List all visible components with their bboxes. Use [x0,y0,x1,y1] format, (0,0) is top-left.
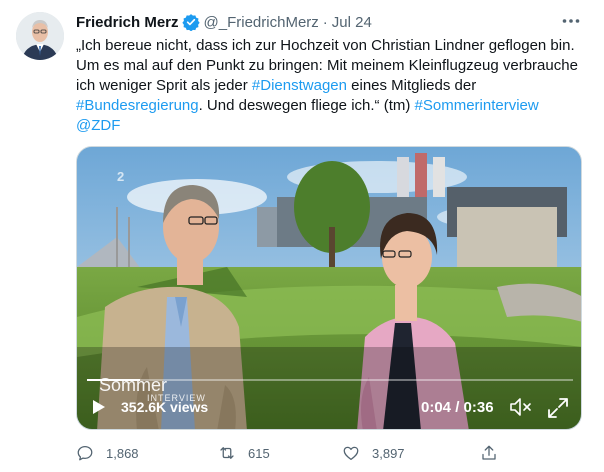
author-name[interactable]: Friedrich Merz [76,14,179,31]
tweet-text-segment: . Und deswegen fliege ich.“ (tm) [198,97,415,114]
like-button[interactable]: 3,897 [342,442,405,464]
video-progress-bar[interactable] [87,379,573,381]
tweet-text-segment: ich weniger Sprit als jeder [76,77,252,94]
channel-watermark: 2 [117,169,125,184]
tweet-text-line: „Ich bereue nicht, dass ich zur Hochzeit… [76,36,588,56]
tweet-text-segment: Um es mal auf den Punkt zu bringen: Mit … [76,57,578,74]
tweet-text-segment: „Ich bereue nicht, dass ich zur Hochzeit… [76,37,575,54]
fullscreen-button[interactable] [547,397,569,419]
verified-badge-icon [181,14,200,31]
avatar-image [16,12,64,60]
tweet[interactable]: Friedrich Merz @_FriedrichMerz · Jul 24 … [0,0,604,472]
tweet-text-line: Um es mal auf den Punkt zu bringen: Mit … [76,56,588,76]
tweet-date[interactable]: Jul 24 [332,14,372,31]
hashtag-link[interactable]: #Dienstwagen [252,77,347,94]
tweet-text-segment: eines Mitglieds der [346,77,477,94]
reply-icon [77,445,93,461]
like-count: 3,897 [372,445,405,461]
hashtag-link[interactable]: #Bundesregierung [76,97,199,114]
share-button[interactable] [480,442,498,464]
fullscreen-icon [548,398,568,418]
tweet-text: „Ich bereue nicht, dass ich zur Hochzeit… [76,36,588,136]
play-icon [93,400,105,414]
tweet-text-line: #Bundesregierung. Und deswegen fliege ic… [76,96,588,116]
video-player[interactable]: 2 Sommer INTERVIEW 352.6K views 0:04 / 0… [76,146,582,430]
share-icon [482,445,496,460]
author-handle[interactable]: @_FriedrichMerz [204,14,319,31]
separator-dot: · [322,13,328,31]
mute-button[interactable] [509,397,533,417]
mute-icon [510,398,531,416]
like-icon [343,446,359,461]
reply-button[interactable]: 1,868 [76,442,139,464]
hashtag-link[interactable]: #Sommerinterview [415,97,539,114]
retweet-icon [220,447,234,459]
video-progress-fill [87,379,141,381]
tweet-text-line: ich weniger Sprit als jeder #Dienstwagen… [76,76,588,96]
tweet-header: Friedrich Merz @_FriedrichMerz · Jul 24 [76,12,372,32]
retweet-count: 615 [248,445,270,461]
play-button[interactable] [89,397,109,417]
reply-count: 1,868 [106,445,139,461]
more-options-button[interactable] [560,10,582,32]
mention-link[interactable]: @ZDF [76,117,120,134]
view-count: 352.6K views [121,399,209,415]
tweet-text-line: @ZDF [76,116,588,136]
avatar[interactable] [16,12,64,60]
tweet-actions: 1,868 615 3,897 [76,442,556,464]
retweet-button[interactable]: 615 [218,442,270,464]
more-icon [562,19,580,23]
video-time: 0:04 / 0:36 [421,399,494,416]
